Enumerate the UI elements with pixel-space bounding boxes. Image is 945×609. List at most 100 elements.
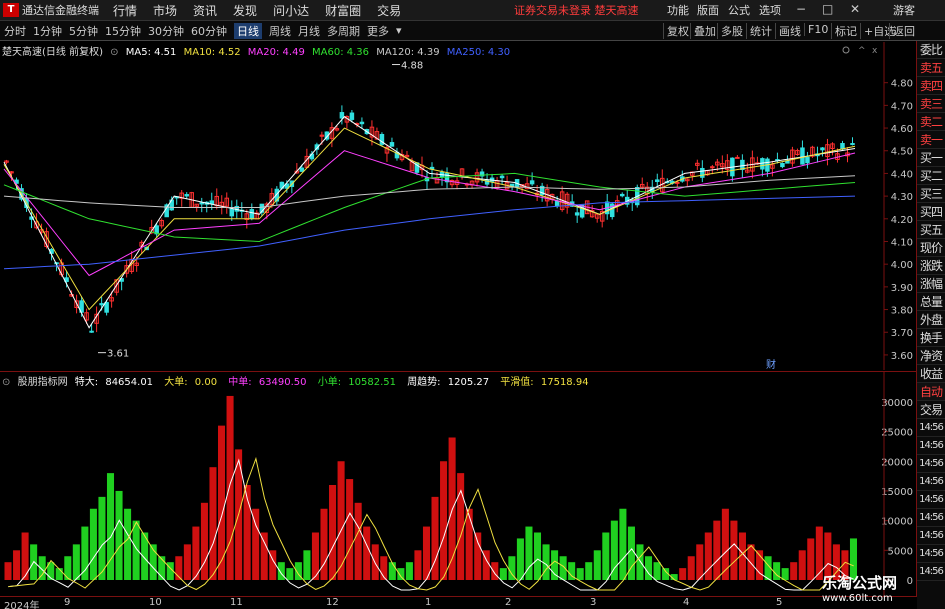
- date-tick: 5: [776, 597, 783, 608]
- flow-bar: [687, 556, 695, 580]
- candle-body: [675, 181, 680, 184]
- candle-body: [349, 112, 355, 120]
- ma-legend: 楚天高速(日线 前复权) ⊙ MA5: 4.51 MA10: 4.52 MA20…: [2, 43, 514, 58]
- trade-tab[interactable]: 交易: [917, 401, 945, 419]
- maximize-icon[interactable]: □: [822, 2, 833, 16]
- period-multi[interactable]: 多周期: [327, 23, 360, 39]
- candle-body: [805, 156, 810, 164]
- period-monthly[interactable]: 月线: [298, 23, 320, 39]
- flow-bar: [721, 508, 729, 580]
- indicator-panel[interactable]: 30000 25000 20000 15000 10000 5000 0 ⊙ 股朋指标网 特…: [0, 372, 917, 596]
- chevron-up-icon[interactable]: ^: [858, 46, 866, 56]
- legend-settings-icon[interactable]: ⊙: [110, 47, 118, 58]
- ind-value-5: 17518.94: [540, 377, 589, 388]
- flow-bar: [636, 544, 644, 580]
- ind-value-4: 1205.27: [447, 377, 490, 388]
- flow-bar: [559, 556, 567, 580]
- low-label: 3.61: [107, 349, 129, 360]
- ma10-label: MA10: 4.52: [183, 47, 241, 58]
- duogu-button[interactable]: 多股: [717, 23, 746, 39]
- sidebar-field: 净资: [917, 347, 945, 365]
- sidebar-field: 现价: [917, 239, 945, 257]
- flow-bar: [593, 550, 601, 580]
- zoom-icon[interactable]: [842, 46, 850, 54]
- finance-marker[interactable]: 财: [766, 358, 776, 371]
- huaxian-button[interactable]: 画线: [775, 23, 804, 39]
- price-tick-label: 3.80: [891, 306, 913, 317]
- menu-caifuquan[interactable]: 财富圈: [325, 2, 361, 19]
- price-tick-label: 3.70: [891, 328, 913, 339]
- trade-login-notice[interactable]: 证券交易未登录 楚天高速: [514, 2, 639, 18]
- menu-gongshi[interactable]: 公式: [728, 2, 750, 18]
- price-tick-label: 4.50: [891, 147, 913, 158]
- date-axis: 2024年 9 10 11 12 1 2 3 4 5: [0, 596, 917, 609]
- app-logo-icon: T: [3, 3, 19, 17]
- menu-jiaoyi[interactable]: 交易: [377, 2, 401, 19]
- menu-zixun[interactable]: 资讯: [193, 2, 217, 19]
- biaoji-button[interactable]: 标记: [831, 23, 860, 39]
- tick-time: 14:56: [917, 527, 945, 545]
- flow-bar: [4, 562, 12, 580]
- flow-bar: [773, 562, 781, 580]
- ind-label-4: 周趋势:: [407, 377, 441, 388]
- date-tick: 4: [683, 597, 690, 608]
- price-tick-label: 4.00: [891, 260, 913, 271]
- period-5min[interactable]: 5分钟: [69, 23, 98, 39]
- flow-bar: [98, 496, 106, 580]
- ma5-label: MA5: 4.51: [125, 47, 177, 58]
- flow-bar: [124, 508, 132, 580]
- indicator-settings-icon[interactable]: ⊙: [2, 377, 10, 388]
- tick-time: 14:56: [917, 545, 945, 563]
- price-tick-label: 3.60: [891, 351, 913, 362]
- candle-body: [249, 209, 255, 220]
- quote-sidebar: 委比 卖五 卖四 卖三 卖二 卖一 买一 买二 买三 买四 买五 现价 涨跌 涨幅 总量 外盘 换手 净资 收益 自…: [917, 41, 945, 609]
- flow-bar: [72, 544, 80, 580]
- candle-body: [619, 193, 625, 197]
- menu-shichang[interactable]: 市场: [153, 2, 177, 19]
- period-daily[interactable]: 日线: [234, 22, 262, 39]
- period-1min[interactable]: 1分钟: [33, 23, 62, 39]
- period-fenshi[interactable]: 分时: [4, 23, 26, 39]
- period-30min[interactable]: 30分钟: [148, 23, 184, 39]
- period-toolbar: 分时 1分钟 5分钟 15分钟 30分钟 60分钟 日线 周线 月线 多周期 更…: [0, 21, 945, 41]
- flow-bar: [81, 526, 89, 580]
- menu-xuanxiang[interactable]: 选项: [759, 2, 781, 18]
- candle-body: [800, 147, 805, 165]
- flow-bar: [696, 544, 704, 580]
- flow-bar: [525, 526, 533, 580]
- flow-bar: [499, 568, 507, 580]
- flow-bar: [209, 467, 217, 580]
- menu-hangqing[interactable]: 行情: [113, 2, 137, 19]
- fuquan-button[interactable]: 复权: [663, 23, 692, 39]
- flow-bar: [226, 395, 234, 580]
- candle-body: [184, 194, 189, 197]
- flow-bar: [465, 508, 473, 580]
- candle-body: [655, 179, 660, 183]
- menu-faxian[interactable]: 发现: [233, 2, 257, 19]
- menu-banmian[interactable]: 版面: [697, 2, 719, 18]
- menu-wenxiaoda[interactable]: 问小达: [273, 2, 309, 19]
- period-more[interactable]: 更多: [367, 23, 389, 39]
- period-weekly[interactable]: 周线: [269, 23, 291, 39]
- tongji-button[interactable]: 统计: [746, 23, 775, 39]
- flow-bar: [397, 568, 405, 580]
- kline-panel[interactable]: 4.80 4.70 4.60 4.50 4.40 4.30 4.20 4.10 4.00 3.90…: [0, 42, 917, 371]
- period-60min[interactable]: 60分钟: [191, 23, 227, 39]
- close-icon[interactable]: ✕: [850, 2, 860, 16]
- menu-gongneng[interactable]: 功能: [667, 2, 689, 18]
- flow-bar: [252, 508, 260, 580]
- f10-button[interactable]: F10: [804, 23, 831, 36]
- flow-bar: [303, 550, 311, 580]
- auto-button[interactable]: 自动: [917, 383, 945, 401]
- close-icon[interactable]: x: [872, 46, 878, 56]
- candle-body: [229, 208, 235, 217]
- diejia-button[interactable]: 叠加: [690, 23, 719, 39]
- user-label[interactable]: 游客: [893, 2, 915, 18]
- period-15min[interactable]: 15分钟: [105, 23, 141, 39]
- ind-tick-label: 10000: [881, 517, 913, 528]
- minimize-icon[interactable]: −: [796, 2, 806, 16]
- more-chevron-icon[interactable]: ▾: [396, 24, 402, 37]
- indicator-chart: 300002500020000150001000050000: [4, 372, 913, 596]
- back-button[interactable]: 返回: [889, 23, 918, 39]
- tick-time: 14:56: [917, 437, 945, 455]
